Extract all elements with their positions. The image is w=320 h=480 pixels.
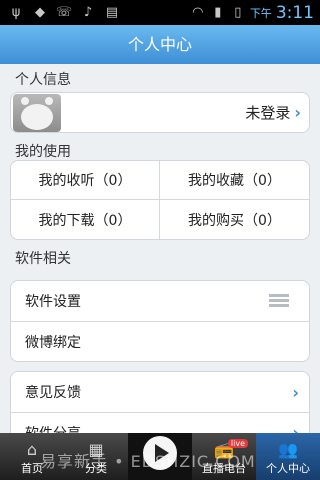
list-icon	[269, 294, 289, 308]
tab-personal-center[interactable]: 👥 个人中心	[256, 433, 320, 480]
section-title-profile: 个人信息	[15, 72, 71, 88]
tab-home-label: 首页	[21, 462, 43, 475]
android-icon: ◆	[35, 4, 45, 20]
tab-live-radio[interactable]: live 📻 直播电台	[192, 433, 256, 480]
software-settings-row[interactable]: 软件设置	[11, 281, 309, 321]
message-icon: ▤	[105, 4, 119, 20]
tab-live-radio-label: 直播电台	[202, 462, 246, 475]
weibo-binding-label: 微博绑定	[25, 334, 81, 351]
my-purchases-button[interactable]: 我的购买（0）	[160, 200, 309, 239]
music-icon: ♪	[83, 4, 93, 20]
wifi-icon: ◠	[192, 4, 204, 20]
my-favorites-button[interactable]: 我的收藏（0）	[160, 161, 309, 200]
tab-play[interactable]	[128, 433, 192, 480]
my-downloads-button[interactable]: 我的下载（0）	[11, 200, 160, 239]
software-settings-label: 软件设置	[25, 294, 81, 310]
usb-icon: ψ	[11, 4, 21, 20]
weibo-binding-row[interactable]: 微博绑定	[11, 321, 309, 361]
tab-home[interactable]: ⌂ 首页	[0, 433, 64, 480]
avatar	[13, 93, 61, 132]
chevron-right-icon: ›	[294, 103, 301, 122]
chevron-right-icon: ›	[292, 382, 299, 402]
play-icon	[143, 436, 177, 470]
software-card: 软件设置 微博绑定	[10, 280, 310, 362]
section-title-usage: 我的使用	[15, 144, 71, 160]
person-icon: 👥	[278, 439, 298, 459]
usage-grid-card: 我的收听（0） 我的收藏（0） 我的下载（0） 我的购买（0）	[10, 160, 310, 240]
time-prefix: 下午	[249, 6, 272, 20]
grid-icon: ▦	[88, 439, 104, 459]
clock: 3:11	[275, 2, 314, 23]
login-row[interactable]: 未登录 ›	[10, 92, 310, 133]
tab-category[interactable]: ▦ 分类	[64, 433, 128, 480]
battery-icon: ▯	[234, 4, 242, 20]
home-icon: ⌂	[26, 439, 38, 459]
page-title: 个人中心	[0, 25, 320, 64]
feedback-row[interactable]: 意见反馈 ›	[11, 372, 309, 412]
missed-call-icon: ☏	[55, 4, 73, 20]
signal-icon: ▮	[214, 4, 222, 20]
status-bar: ψ ◆ ☏ ♪ ▤ ◠ ▮ ▯ 下午 3:11	[0, 0, 320, 25]
live-badge: live	[227, 439, 248, 448]
feedback-label: 意见反馈	[25, 385, 81, 401]
tab-category-label: 分类	[85, 462, 107, 475]
my-listening-button[interactable]: 我的收听（0）	[11, 161, 160, 200]
section-title-software: 软件相关	[15, 251, 71, 267]
login-status: 未登录	[245, 104, 291, 122]
tab-personal-center-label: 个人中心	[266, 462, 310, 475]
bottom-tab-bar: ⌂ 首页 ▦ 分类 live 📻 直播电台 👥 个人中心	[0, 433, 320, 480]
